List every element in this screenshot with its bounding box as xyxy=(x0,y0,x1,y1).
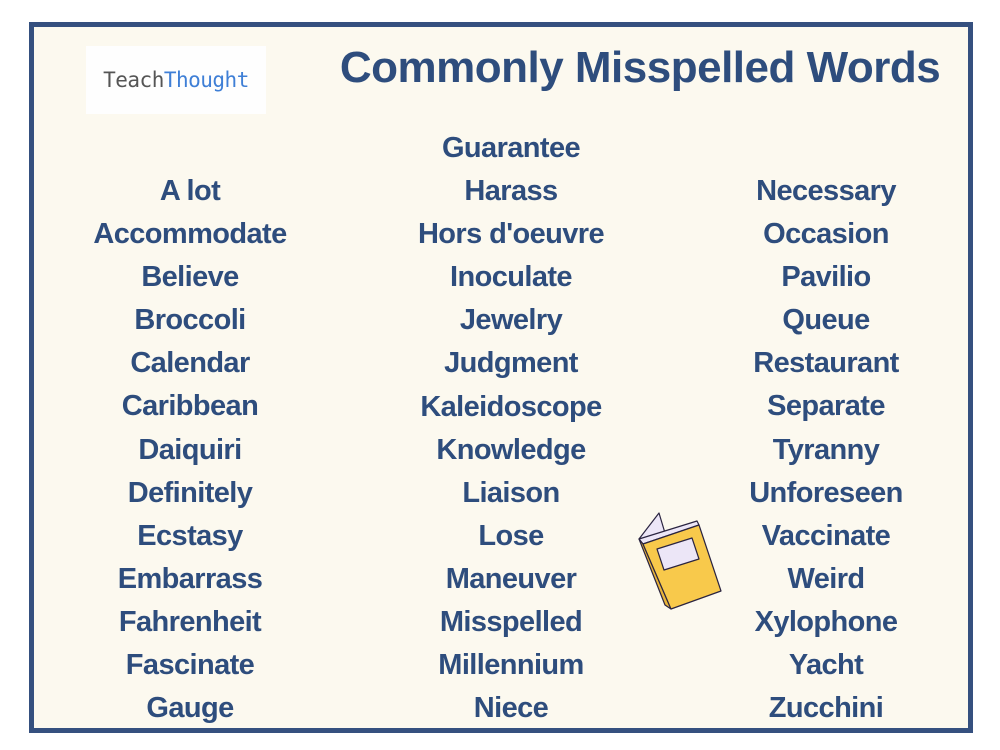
word-item: Jewelry xyxy=(459,304,563,337)
word-item: Millennium xyxy=(438,649,584,682)
word-item: Calendar xyxy=(130,347,250,380)
word-item: Definitely xyxy=(127,476,253,509)
word-item: Separate xyxy=(767,390,885,423)
word-item: Restaurant xyxy=(753,347,899,380)
poster-frame: Teach Thought Commonly Misspelled Words A… xyxy=(29,22,973,733)
teachthought-logo[interactable]: Teach Thought xyxy=(86,46,266,114)
word-item: Necessary xyxy=(756,175,896,207)
word-item: Xylophone xyxy=(754,605,898,638)
word-item: Niece xyxy=(473,692,549,725)
word-item: Vaccinate xyxy=(761,519,891,552)
word-item: Harass xyxy=(464,175,558,208)
word-item: Lose xyxy=(478,519,544,552)
word-item: Liaison xyxy=(462,476,560,509)
word-item: Misspelled xyxy=(439,606,583,639)
word-item: Inoculate xyxy=(450,261,573,294)
word-item: Maneuver xyxy=(445,562,577,595)
word-item: Queue xyxy=(782,304,870,337)
word-item: Embarrass xyxy=(117,562,263,595)
word-item: A lot xyxy=(159,175,221,207)
word-item: Occasion xyxy=(763,218,889,251)
word-item: Yacht xyxy=(788,649,864,682)
word-item: Ecstasy xyxy=(137,519,243,552)
word-item: Hors d'oeuvre xyxy=(417,218,605,251)
word-item: Weird xyxy=(787,562,865,595)
word-item: Unforeseen xyxy=(749,476,903,509)
word-item: Accommodate xyxy=(93,218,287,251)
word-item: Judgment xyxy=(444,347,578,380)
word-item: Guarantee xyxy=(441,132,581,164)
word-item: Daiquiri xyxy=(138,433,242,466)
word-item: Kaleidoscope xyxy=(420,390,602,423)
word-item: Fahrenheit xyxy=(118,605,262,638)
word-item: Broccoli xyxy=(134,304,246,337)
word-item: Zucchini xyxy=(768,692,884,725)
book-icon xyxy=(638,512,722,610)
word-item: Believe xyxy=(141,261,239,294)
word-item: Pavilio xyxy=(781,261,871,294)
page-title: Commonly Misspelled Words xyxy=(339,43,941,92)
logo-text-teach: Teach xyxy=(103,68,164,92)
word-column-1: A lot Accommodate Believe Broccoli Calen… xyxy=(70,170,310,730)
word-column-2: Guarantee Harass Hors d'oeuvre Inoculate… xyxy=(391,127,631,730)
word-column-3: Necessary Occasion Pavilio Queue Restaur… xyxy=(706,170,946,730)
word-item: Caribbean xyxy=(121,390,259,423)
word-item: Gauge xyxy=(146,692,234,725)
word-item: Knowledge xyxy=(436,433,586,466)
word-item: Fascinate xyxy=(125,649,255,682)
word-item: Tyranny xyxy=(772,433,880,466)
logo-text-thought: Thought xyxy=(163,68,250,92)
